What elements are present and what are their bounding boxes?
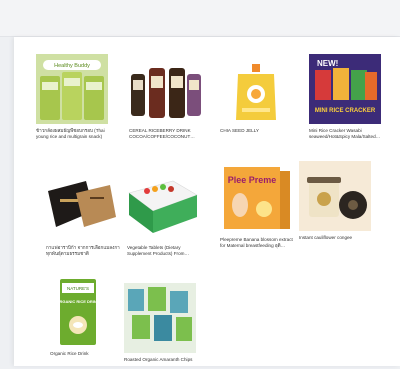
amaranth-chips-packs-icon (124, 283, 196, 353)
product-name[interactable]: CHIA SEED JELLY (220, 128, 298, 140)
new-badge: NEW! (317, 59, 338, 68)
cereal-drink-cups-icon (129, 54, 201, 124)
product-card-6[interactable]: Vegetable Tablets (Dietary Supplement Pr… (127, 171, 207, 257)
product-name[interactable]: Roasted Organic Amaranth Chips (124, 357, 202, 369)
pack-title: MINI RICE CRACKER (315, 108, 376, 114)
product-card-10[interactable]: Roasted Organic Amaranth Chips (124, 283, 204, 369)
bag-title: ORGANIC RICE DRINK (56, 299, 99, 304)
organic-rice-drink-bag-icon: NATURE'S ORGANIC RICE DRINK (50, 277, 122, 347)
product-grid-page: Healthy Buddy ข้าวกล้องผสมธัญพืชอบกรอบ (… (14, 37, 400, 366)
top-bar (0, 0, 400, 37)
coffee-box-icon (46, 171, 118, 241)
box-brand: Plee Preme (228, 175, 277, 185)
product-card-7[interactable]: Plee Preme Pleepreme Banana blossom extr… (220, 163, 300, 249)
rice-cracker-bags-icon: NEW! MINI RICE CRACKER (309, 54, 381, 124)
product-name[interactable]: Instant cauliflower congee (299, 235, 377, 247)
product-card-2[interactable]: CEREAL RICEBERRY DRINK COCOA/COFFEE/COCO… (129, 54, 209, 140)
pleepreme-box-icon: Plee Preme (220, 163, 292, 233)
brand-label: Healthy Buddy (54, 63, 90, 69)
product-card-4[interactable]: NEW! MINI RICE CRACKER Mini Rice Cracker… (309, 54, 389, 140)
product-name[interactable]: Organic Rice Drink (50, 351, 128, 363)
product-card-3[interactable]: CHIA SEED JELLY (220, 54, 300, 140)
product-name[interactable]: Vegetable Tablets (Dietary Supplement Pr… (127, 245, 205, 257)
product-name[interactable]: กาแฟอาราบิก้า จากการเลือกแมลงกาทุกพันธุ์… (46, 245, 124, 257)
product-card-9[interactable]: NATURE'S ORGANIC RICE DRINK Organic Rice… (50, 277, 130, 363)
healthy-buddy-snack-bags-icon: Healthy Buddy (36, 54, 108, 124)
product-card-1[interactable]: Healthy Buddy ข้าวกล้องผสมธัญพืชอบกรอบ (… (36, 54, 116, 140)
product-name[interactable]: CEREAL RICEBERRY DRINK COCOA/COFFEE/COCO… (129, 128, 207, 140)
product-card-8[interactable]: Instant cauliflower congee (299, 161, 379, 247)
vegetable-tablet-box-icon (127, 171, 199, 241)
bag-brand: NATURE'S (67, 286, 89, 291)
product-card-5[interactable]: กาแฟอาราบิก้า จากการเลือกแมลงกาทุกพันธุ์… (46, 171, 126, 257)
chia-jelly-pouch-icon (220, 54, 292, 124)
product-name[interactable]: Pleepreme Banana blossom extract for Mat… (220, 237, 298, 249)
congee-jar-icon (299, 161, 371, 231)
product-name[interactable]: Mini Rice Cracker Wasabi seaweed/Hot&Spi… (309, 128, 387, 140)
product-name[interactable]: ข้าวกล้องผสมธัญพืชอบกรอบ (Thai young ric… (36, 128, 114, 140)
